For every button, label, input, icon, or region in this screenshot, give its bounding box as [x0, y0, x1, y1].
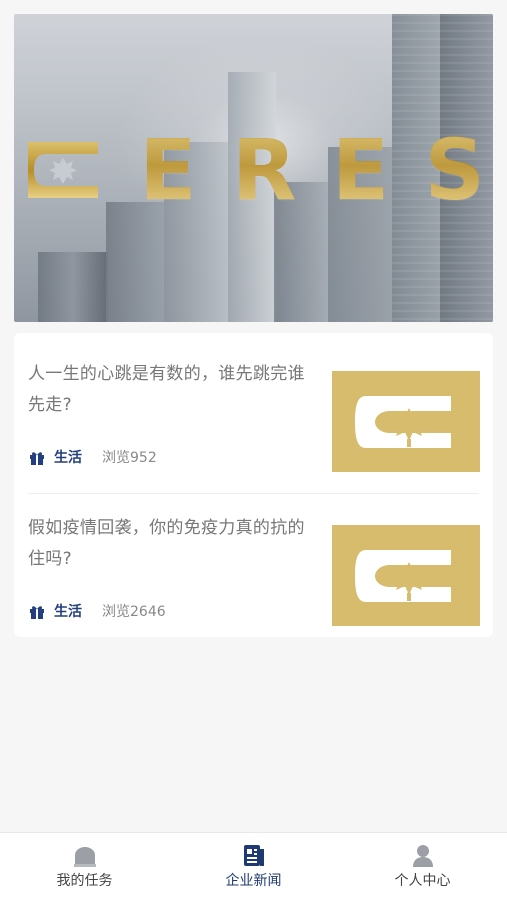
news-meta: 生活 浏览2646: [28, 603, 166, 621]
news-views: 浏览952: [102, 450, 157, 466]
news-category: 生活: [54, 604, 82, 620]
house-icon: [70, 841, 100, 871]
news-list-card: 人一生的心跳是有数的，谁先跳完谁先走? 生活 浏览952 假如疫情回袭，你的免疫…: [14, 333, 493, 637]
news-category: 生活: [54, 450, 82, 466]
tab-my-tasks[interactable]: 我的任务: [0, 833, 169, 900]
logo-letter-e2: E: [331, 121, 392, 219]
news-thumbnail[interactable]: [332, 525, 480, 626]
bottom-tab-bar: 我的任务 企业新闻 个人中心: [0, 832, 507, 900]
user-icon: [408, 841, 438, 871]
maple-c-logo-icon: [20, 134, 106, 206]
news-thumbnail[interactable]: [332, 371, 480, 472]
tab-label: 企业新闻: [225, 873, 282, 889]
ceres-logo: E R E S: [14, 121, 493, 219]
gift-icon: [28, 603, 46, 621]
tab-company-news[interactable]: 企业新闻: [169, 833, 338, 900]
logo-letter-s: S: [424, 121, 487, 219]
news-title[interactable]: 人一生的心跳是有数的，谁先跳完谁先走?: [28, 359, 318, 421]
brand-banner: E R E S: [14, 14, 493, 322]
news-icon: [239, 841, 269, 871]
tab-label: 个人中心: [394, 873, 451, 889]
news-title[interactable]: 假如疫情回袭，你的免疫力真的抗的住吗?: [28, 513, 318, 575]
logo-letter-r: R: [231, 121, 299, 219]
news-item[interactable]: 人一生的心跳是有数的，谁先跳完谁先走? 生活 浏览952: [28, 359, 480, 479]
banner-building: [106, 202, 164, 322]
news-item[interactable]: 假如疫情回袭，你的免疫力真的抗的住吗? 生活 浏览2646: [28, 513, 480, 633]
news-views: 浏览2646: [102, 604, 166, 620]
app-screen: E R E S 人一生的心跳是有数的，谁先跳完谁先走? 生活 浏览952 假如疫…: [0, 0, 507, 900]
news-divider: [28, 493, 479, 494]
tab-label: 我的任务: [56, 873, 113, 889]
tab-personal-center[interactable]: 个人中心: [338, 833, 507, 900]
news-meta: 生活 浏览952: [28, 449, 157, 467]
gift-icon: [28, 449, 46, 467]
logo-letter-e: E: [139, 121, 199, 219]
banner-building: [38, 252, 108, 322]
